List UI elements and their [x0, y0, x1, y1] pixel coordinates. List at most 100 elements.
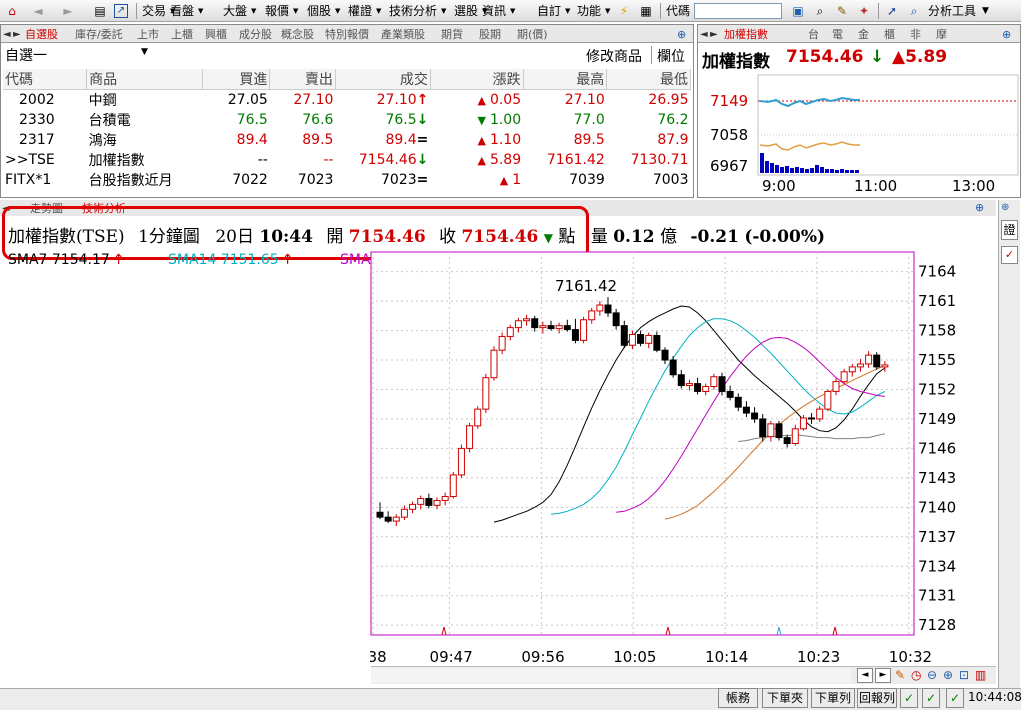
check-icon[interactable]: ✓	[946, 688, 964, 708]
chevron-down-icon[interactable]: ▼	[335, 3, 340, 19]
watchlist-tab[interactable]: 自選股	[25, 27, 58, 42]
mini-tab[interactable]: 摩	[936, 27, 947, 42]
table-row[interactable]: 2330 台積電 76.5 76.6 76.5↓ ▼ 1.00 77.0 76.2	[3, 110, 691, 130]
watchlist-tab[interactable]: 期(價)	[517, 27, 548, 42]
chevron-down-icon[interactable]: ▼	[565, 3, 570, 19]
column-header[interactable]: 成交	[335, 69, 431, 90]
pointer-icon[interactable]: ➚	[884, 3, 900, 19]
home-icon[interactable]: ⌂	[4, 3, 20, 19]
alert-icon[interactable]: ✦	[856, 3, 872, 19]
lightning-icon[interactable]: ⚡	[616, 3, 632, 19]
mini-tab[interactable]: 非	[910, 27, 921, 42]
watchlist-tab[interactable]: 概念股	[281, 27, 314, 42]
menu-item[interactable]: 看盤	[170, 3, 194, 19]
mini-tab[interactable]: 櫃	[884, 27, 895, 42]
chart-tool-icon[interactable]: ✎	[895, 668, 905, 682]
tab-right-arrow-icon[interactable]: ►	[13, 27, 21, 42]
menu-item[interactable]: 功能	[577, 3, 601, 19]
chevron-down-icon[interactable]: ▼	[141, 47, 148, 57]
chevron-down-icon[interactable]: ▼	[441, 3, 446, 19]
zoom-in-icon[interactable]: ⊕	[943, 668, 953, 682]
fit-icon[interactable]: ⊡	[959, 668, 969, 682]
table-row[interactable]: 2002 中鋼 27.05 27.10 27.10↑ ▲ 0.05 27.10 26.95	[3, 90, 691, 111]
tab-right-arrow-icon[interactable]: ►	[710, 27, 718, 42]
columns-button[interactable]: 欄位	[657, 46, 685, 66]
popout-icon[interactable]: ↗	[114, 4, 128, 18]
clock-icon[interactable]: ◷	[911, 668, 921, 682]
menu-item[interactable]: 資訊	[482, 3, 506, 19]
chevron-down-icon[interactable]: ▼	[605, 3, 610, 19]
watchlist-tab[interactable]: 股期	[479, 27, 501, 42]
watchlist-tab[interactable]: 成分股	[239, 27, 272, 42]
tools-icon[interactable]: ✎	[834, 3, 850, 19]
menu-item[interactable]: 權證	[348, 3, 372, 19]
menu-item[interactable]: 選股	[454, 3, 478, 19]
watchlist-tab[interactable]: 上櫃	[171, 27, 193, 42]
side-button[interactable]: 證	[1001, 220, 1018, 240]
column-header[interactable]: 代碼	[3, 69, 88, 90]
column-header[interactable]: 賣出	[269, 69, 336, 90]
table-row[interactable]: >>TSE 加權指數 -- -- 7154.46↓ ▲ 5.89 7161.42 7130.71	[3, 150, 691, 170]
menu-item[interactable]: 大盤	[223, 3, 247, 19]
column-header[interactable]: 買進	[202, 69, 271, 90]
menu-item[interactable]: 個股	[307, 3, 331, 19]
chart-period[interactable]: 1分鐘圖	[138, 227, 200, 247]
chevron-down-icon[interactable]: ▼	[293, 3, 298, 19]
notepad-icon[interactable]: ▦	[638, 3, 654, 19]
zoom-icon[interactable]: ⊕	[975, 200, 984, 215]
account-button[interactable]: 帳務	[718, 688, 758, 708]
report-bar-button[interactable]: 回報列	[857, 688, 897, 708]
order-folder-button[interactable]: 下單夾	[762, 688, 808, 708]
menu-item[interactable]: 技術分析	[389, 3, 437, 19]
column-header[interactable]: 漲跌	[430, 69, 524, 90]
mini-tab[interactable]: 台	[808, 27, 819, 42]
chevron-down-icon[interactable]: ▼	[376, 3, 381, 19]
check-icon[interactable]: ✓	[922, 688, 940, 708]
tab-left-arrow-icon[interactable]: ◄	[2, 201, 10, 216]
menu-item[interactable]: 交易	[142, 3, 166, 19]
zoom-icon[interactable]: ⊕	[677, 27, 686, 42]
tab-left-arrow-icon[interactable]: ◄	[700, 27, 708, 42]
scrollbar-track[interactable]	[371, 668, 851, 683]
watchlist-tab[interactable]: 上市	[137, 27, 159, 42]
chevron-down-icon[interactable]: ▼	[510, 3, 515, 19]
tab-technical[interactable]: 技術分析	[82, 201, 126, 216]
print-icon[interactable]: ▤	[92, 3, 108, 19]
order-bar-button[interactable]: 下單列	[811, 688, 855, 708]
column-header[interactable]: 最低	[606, 69, 691, 90]
watchlist-tab[interactable]: 庫存/委託	[75, 27, 123, 42]
column-header[interactable]: 最高	[523, 69, 608, 90]
mini-tab[interactable]: 加權指數	[724, 27, 768, 42]
column-header[interactable]: 商品	[86, 69, 203, 90]
zoom-out-icon[interactable]: ⊖	[927, 668, 937, 682]
tab-trend[interactable]: 走勢圖	[30, 201, 63, 216]
check-icon[interactable]: ✓	[1001, 246, 1018, 264]
table-row[interactable]: FITX*1 台股指數近月 7022 7023 7023= ▲ 1 7039 7003	[3, 170, 691, 190]
stock-icon[interactable]: ▣	[790, 3, 806, 19]
check-icon[interactable]: ✓	[900, 688, 918, 708]
analysis-tools-button[interactable]: 分析工具	[928, 3, 976, 19]
edit-symbols-button[interactable]: 修改商品	[586, 46, 642, 66]
menu-item[interactable]: 報價	[265, 3, 289, 19]
forward-icon[interactable]: ►	[60, 3, 76, 19]
zoom-icon[interactable]: ⊕	[1002, 27, 1011, 42]
watchlist-tab[interactable]: 期貨	[441, 27, 463, 42]
chevron-down-icon[interactable]: ▼	[251, 3, 256, 19]
chevron-down-icon[interactable]: ▼	[198, 3, 203, 19]
watchlist-tab[interactable]: 產業類股	[381, 27, 425, 42]
group-selector[interactable]: 自選一	[5, 45, 47, 65]
watchlist-tab[interactable]: 特別報價	[325, 27, 369, 42]
back-icon[interactable]: ◄	[30, 3, 46, 19]
tab-left-arrow-icon[interactable]: ◄	[3, 27, 11, 42]
mini-tab[interactable]: 金	[858, 27, 869, 42]
analysis-icon[interactable]: ⌕	[906, 3, 922, 19]
settings-icon[interactable]: ▥	[975, 668, 986, 682]
watchlist-tab[interactable]: 興櫃	[205, 27, 227, 42]
scroll-right-icon[interactable]: ►	[875, 668, 891, 683]
zoom-icon[interactable]: ⊕	[1001, 202, 1009, 213]
chevron-down-icon[interactable]: ▼	[982, 3, 989, 19]
scroll-left-icon[interactable]: ◄	[857, 668, 873, 683]
menu-item[interactable]: 自訂	[537, 3, 561, 19]
mini-tab[interactable]: 電	[832, 27, 843, 42]
code-input[interactable]	[694, 3, 782, 19]
